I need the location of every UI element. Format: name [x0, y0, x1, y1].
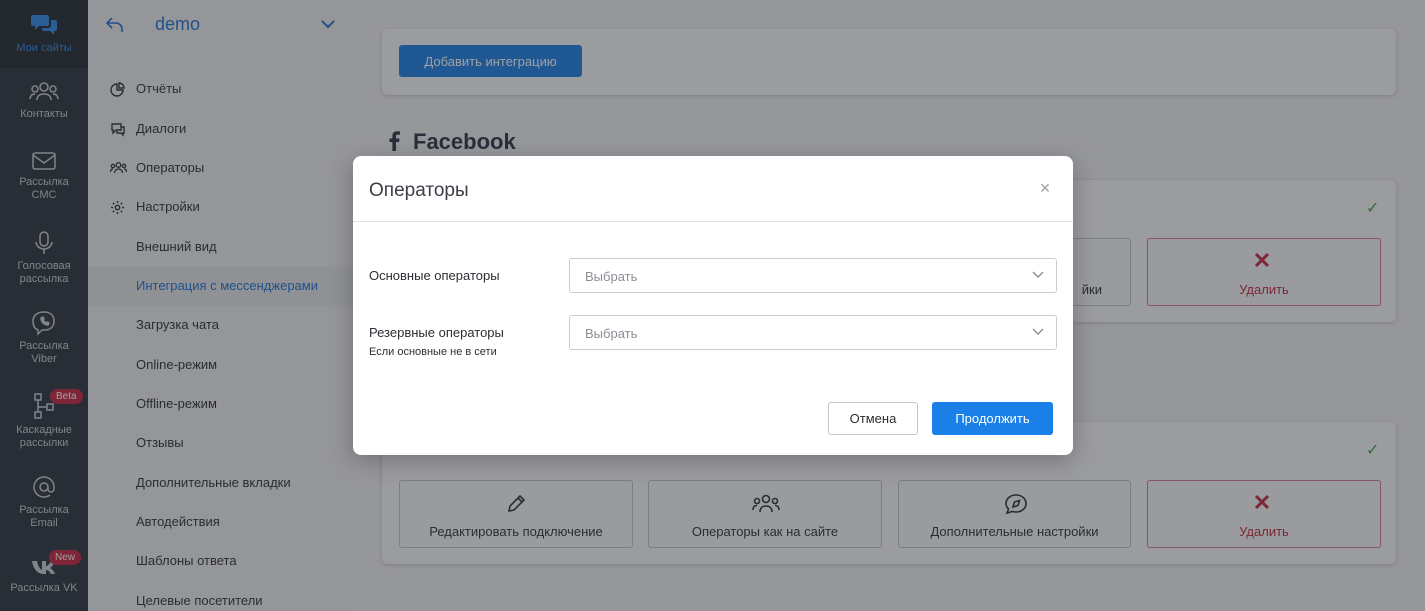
select-placeholder: Выбрать — [585, 269, 638, 284]
modal-title: Операторы — [369, 180, 469, 201]
continue-button[interactable]: Продолжить — [932, 402, 1053, 435]
select-placeholder: Выбрать — [585, 326, 638, 341]
backup-operators-select[interactable]: Выбрать — [569, 315, 1057, 350]
chevron-down-icon — [1032, 271, 1044, 278]
close-icon[interactable]: × — [1035, 178, 1055, 198]
primary-operators-label: Основные операторы — [369, 268, 500, 283]
modal-divider — [353, 221, 1073, 222]
backup-operators-label: Резервные операторы — [369, 325, 504, 340]
primary-operators-select[interactable]: Выбрать — [569, 258, 1057, 293]
cancel-button[interactable]: Отмена — [828, 402, 918, 435]
operators-modal: Операторы × Основные операторы Выбрать Р… — [353, 156, 1073, 455]
backup-operators-hint: Если основные не в сети — [369, 346, 497, 358]
chevron-down-icon — [1032, 328, 1044, 335]
